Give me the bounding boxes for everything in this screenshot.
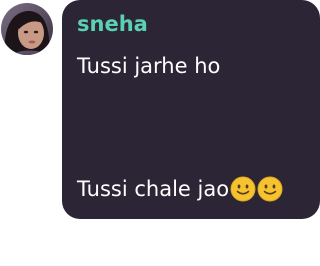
message-text-line-1: Tussi jarhe ho — [77, 54, 221, 78]
slightly-smiling-face-icon — [230, 176, 256, 202]
message-bubble[interactable]: sneha Tussi jarhe ho Tussi chale jao — [62, 0, 320, 219]
sender-avatar[interactable] — [1, 3, 53, 55]
avatar-photo — [1, 3, 53, 55]
message-text-line-2: Tussi chale jao — [77, 176, 283, 202]
sender-name[interactable]: sneha — [77, 14, 148, 35]
slightly-smiling-face-icon — [257, 176, 283, 202]
message-text-line-2-text: Tussi chale jao — [77, 176, 230, 201]
chat-message-row: sneha Tussi jarhe ho Tussi chale jao — [0, 0, 320, 266]
